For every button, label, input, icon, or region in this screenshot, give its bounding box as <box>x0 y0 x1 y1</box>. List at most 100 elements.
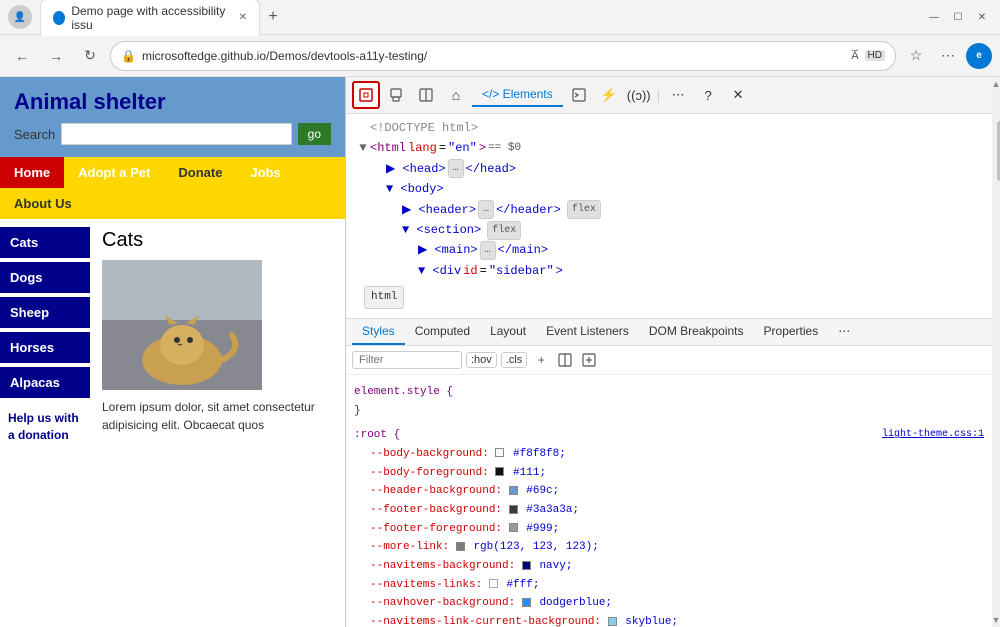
tree-sidebar[interactable]: ▼ <div id="sidebar"> <box>354 261 984 281</box>
new-tab-button[interactable]: + <box>260 4 286 30</box>
nav-about[interactable]: About Us <box>0 188 86 219</box>
swatch-current-bg[interactable] <box>608 617 617 626</box>
new-style-rule-button[interactable] <box>579 350 599 370</box>
css-var-navitems-links: --navitems-links: #fff; <box>354 576 984 595</box>
help-button[interactable]: ? <box>694 81 722 109</box>
network-tab[interactable]: ((ɔ)) <box>625 81 653 109</box>
tree-main[interactable]: ▶ <main> … </main> <box>354 240 984 260</box>
tab-close-button[interactable]: ✕ <box>239 12 247 23</box>
profile-avatar[interactable]: 👤 <box>8 5 32 29</box>
sidebar-item-alpacas[interactable]: Alpacas <box>0 367 90 398</box>
styles-more-button[interactable]: ⋯ <box>828 319 860 345</box>
active-tab[interactable]: Demo page with accessibility issu ✕ <box>40 0 260 36</box>
properties-tab[interactable]: Properties <box>754 319 829 345</box>
devtools-scrollbar[interactable]: ▲ ▼ <box>992 77 1000 627</box>
tree-header[interactable]: ▶ <header> … </header> flex <box>354 200 984 220</box>
swatch-more-link[interactable] <box>456 542 465 551</box>
tree-head[interactable]: ▶ <head> … </head> <box>354 159 984 179</box>
swatch-navitems-links[interactable] <box>489 579 498 588</box>
elements-tab[interactable]: </> Elements <box>472 83 563 107</box>
root-selector: :root { <box>354 429 400 441</box>
style-tabs-bar: Styles Computed Layout Event Listeners D… <box>346 319 992 346</box>
debugger-tab[interactable]: ⚡ <box>595 81 623 109</box>
devtools-toolbar: ⌂ </> Elements ⚡ ((ɔ)) | ⋯ ? ✕ <box>346 77 992 114</box>
css-var-footer-bg: --footer-background: #3a3a3a; <box>354 501 984 520</box>
home-button[interactable]: ⌂ <box>442 81 470 109</box>
scroll-up-arrow[interactable]: ▲ <box>992 77 1000 91</box>
css-var-footer-fg: --footer-foreground: #999; <box>354 520 984 539</box>
minimize-button[interactable]: — <box>924 7 944 27</box>
swatch-header-bg[interactable] <box>509 486 518 495</box>
panel-layout-button[interactable] <box>412 81 440 109</box>
swatch-navitems-bg[interactable] <box>522 561 531 570</box>
close-button[interactable]: ✕ <box>972 7 992 27</box>
styles-content: element.style { } :root { light-theme.cs… <box>346 375 992 627</box>
main-heading: Cats <box>102 229 333 252</box>
cls-button[interactable]: .cls <box>501 352 528 368</box>
back-button[interactable]: ← <box>8 42 36 70</box>
forward-button[interactable]: → <box>42 42 70 70</box>
collections-icon[interactable]: ⋯ <box>934 42 962 70</box>
sidebar-help-text: Help us with a donation <box>0 402 90 452</box>
computed-tab[interactable]: Computed <box>405 319 480 345</box>
title-bar-left: 👤 <box>8 5 32 29</box>
translate-icon: A̅ <box>851 50 858 62</box>
css-var-navhover-bg: --navhover-background: dodgerblue; <box>354 594 984 613</box>
dom-breakpoints-tab[interactable]: DOM Breakpoints <box>639 319 754 345</box>
sidebar-item-dogs[interactable]: Dogs <box>0 262 90 293</box>
root-source[interactable]: light-theme.css:1 <box>882 426 984 443</box>
filter-input[interactable] <box>352 351 462 369</box>
css-var-navitems-bg: --navitems-background: navy; <box>354 557 984 576</box>
tab-bar: Demo page with accessibility issu ✕ + <box>40 0 916 36</box>
add-style-button[interactable]: + <box>531 350 551 370</box>
swatch-footer-bg[interactable] <box>509 505 518 514</box>
webpage-panel: Animal shelter Search go Home Adopt a Pe… <box>0 77 345 627</box>
device-toggle-button[interactable] <box>382 81 410 109</box>
nav-jobs[interactable]: Jobs <box>236 157 294 188</box>
nav-home[interactable]: Home <box>0 157 64 188</box>
sidebar-item-sheep[interactable]: Sheep <box>0 297 90 328</box>
window-controls: — ☐ ✕ <box>924 7 992 27</box>
sidebar-item-cats[interactable]: Cats <box>0 227 90 258</box>
refresh-button[interactable]: ↻ <box>76 42 104 70</box>
search-button[interactable]: go <box>298 123 331 145</box>
address-text: microsoftedge.github.io/Demos/devtools-a… <box>142 49 845 63</box>
flex-badge: flex <box>567 200 601 219</box>
search-input[interactable] <box>61 123 291 145</box>
main-area: Animal shelter Search go Home Adopt a Pe… <box>0 77 1000 627</box>
swatch-body-bg[interactable] <box>495 448 504 457</box>
tree-html[interactable]: ▼ <html lang="en" > == $0 <box>354 138 984 158</box>
devtools-body: <!DOCTYPE html> ▼ <html lang="en" > == $… <box>346 114 992 627</box>
styles-tab[interactable]: Styles <box>352 319 405 345</box>
layout-tab[interactable]: Layout <box>480 319 536 345</box>
toggle-element-pane-button[interactable] <box>555 350 575 370</box>
nav-donate[interactable]: Donate <box>164 157 236 188</box>
css-var-current-bg: --navitems-link-current-background: skyb… <box>354 613 984 627</box>
hov-button[interactable]: :hov <box>466 352 497 368</box>
profile-icon[interactable]: e <box>966 43 992 69</box>
maximize-button[interactable]: ☐ <box>948 7 968 27</box>
scroll-down-arrow[interactable]: ▼ <box>992 613 1000 627</box>
favorites-icon[interactable]: ☆ <box>902 42 930 70</box>
search-row: Search go <box>14 123 331 145</box>
lock-icon: 🔒 <box>121 49 136 63</box>
swatch-body-fg[interactable] <box>495 467 504 476</box>
tree-body[interactable]: ▼ <body> <box>354 179 984 199</box>
sidebar-item-horses[interactable]: Horses <box>0 332 90 363</box>
nav-right-icons: ☆ ⋯ e <box>902 42 992 70</box>
devtools-panel: ⌂ </> Elements ⚡ ((ɔ)) | ⋯ ? ✕ <!D <box>345 77 992 627</box>
toolbar-separator: | <box>657 88 660 103</box>
console-tab[interactable] <box>565 81 593 109</box>
lorem-text: Lorem ipsum dolor, sit amet consectetur … <box>102 398 333 434</box>
close-devtools-button[interactable]: ✕ <box>724 81 752 109</box>
nav-adopt[interactable]: Adopt a Pet <box>64 157 164 188</box>
more-tools-button[interactable]: ⋯ <box>664 81 692 109</box>
inspect-element-button[interactable] <box>352 81 380 109</box>
swatch-navhover-bg[interactable] <box>522 598 531 607</box>
swatch-footer-fg[interactable] <box>509 523 518 532</box>
site-title: Animal shelter <box>14 89 331 115</box>
tree-section[interactable]: ▼ <section> flex <box>354 220 984 240</box>
event-listeners-tab[interactable]: Event Listeners <box>536 319 639 345</box>
address-bar[interactable]: 🔒 microsoftedge.github.io/Demos/devtools… <box>110 41 896 71</box>
css-var-body-bg: --body-background: #f8f8f8; <box>354 445 984 464</box>
